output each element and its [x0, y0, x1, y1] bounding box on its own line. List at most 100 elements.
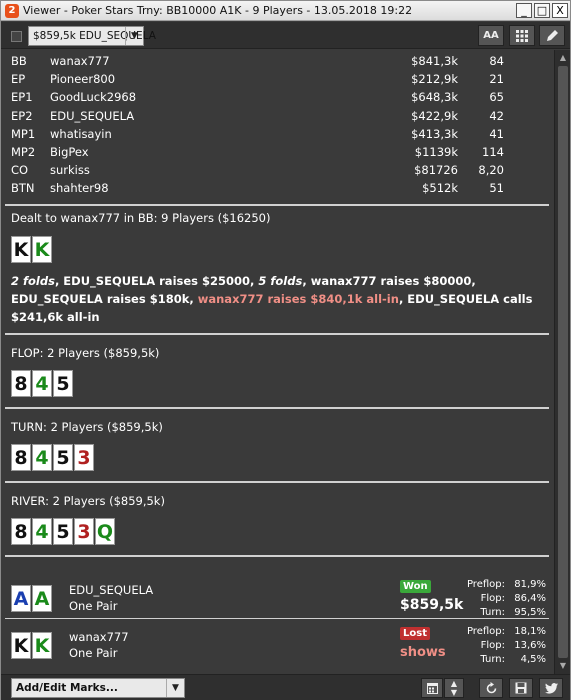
- playing-card: 8: [11, 518, 31, 545]
- twitter-button[interactable]: [539, 678, 563, 698]
- playing-card: 5: [53, 518, 73, 545]
- save-button[interactable]: [509, 678, 533, 698]
- window-title: Viewer - Poker Stars Trny: BB10000 A1K -…: [23, 4, 413, 17]
- playing-card: 4: [32, 518, 52, 545]
- player-bb: 41: [489, 126, 504, 141]
- player-bb: 51: [489, 181, 504, 196]
- player-bb: 21: [489, 72, 504, 87]
- edit-button[interactable]: [539, 25, 565, 46]
- player-name: wanax777: [50, 54, 110, 68]
- action-folds: 5 folds: [258, 274, 303, 288]
- scroll-down-icon[interactable]: ▼: [557, 660, 569, 672]
- player-row[interactable]: EP2 EDU_SEQUELA $422,9k 42: [1, 107, 554, 125]
- equity-value: 86,4%: [514, 593, 546, 604]
- section-divider: [5, 555, 549, 557]
- preflop-actions: 2 folds, EDU_SEQUELA raises $25000, 5 fo…: [11, 272, 546, 326]
- section-divider: [5, 204, 549, 206]
- player-row[interactable]: EP Pioneer800 $212,9k 21: [1, 70, 554, 88]
- player-name: shahter98: [50, 181, 109, 196]
- playing-card: 5: [53, 370, 73, 397]
- player-row[interactable]: BTN shahter98 $512k 51: [1, 179, 554, 197]
- result-hand: One Pair: [69, 646, 118, 660]
- player-stack: $212,9k: [411, 72, 458, 87]
- playing-card: A: [32, 585, 52, 612]
- player-name: Pioneer800: [50, 72, 116, 87]
- twitter-icon: [544, 683, 558, 694]
- toolbar: $859,5k EDU_SEQUELA ▼ AA: [1, 22, 570, 49]
- turn-header: TURN: 2 Players ($859,5k): [11, 420, 163, 434]
- player-row[interactable]: CO surkiss $81726 8,20: [1, 161, 554, 179]
- result-badge: Won: [400, 580, 431, 593]
- result-cards: AA: [11, 585, 53, 612]
- close-button[interactable]: X: [552, 3, 568, 18]
- equity-label: Preflop:: [466, 579, 505, 590]
- chevron-down-icon[interactable]: ▼: [166, 679, 184, 697]
- player-row[interactable]: MP2 BigPex $1139k 114: [1, 143, 554, 161]
- player-bb: 42: [489, 108, 504, 123]
- river-header: RIVER: 2 Players ($859,5k): [11, 494, 165, 508]
- scroll-thumb[interactable]: [558, 66, 568, 658]
- player-row[interactable]: EP1 GoodLuck2968 $648,3k 65: [1, 88, 554, 106]
- calendar-icon: [426, 683, 438, 694]
- player-stack: $422,9k: [411, 108, 458, 123]
- player-name: GoodLuck2968: [50, 90, 137, 105]
- result-player-name: wanax777: [69, 630, 129, 644]
- player-row[interactable]: BB wanax777 $841,3k 84: [1, 52, 554, 70]
- equity-label: Turn:: [480, 607, 505, 618]
- playing-card: K: [32, 632, 52, 659]
- vertical-scrollbar[interactable]: ▲ ▼: [554, 50, 570, 674]
- marks-select[interactable]: Add/Edit Marks... ▼: [11, 678, 185, 698]
- equity-value: 18,1%: [514, 626, 546, 637]
- app-icon: 2: [5, 4, 19, 18]
- playing-card: 5: [53, 444, 73, 471]
- result-cards: KK: [11, 632, 53, 659]
- maximize-button[interactable]: □: [534, 3, 550, 18]
- player-position: BTN: [11, 181, 35, 196]
- result-divider: [5, 618, 549, 619]
- preflop-header: Dealt to wanax777 in BB: 9 Players ($162…: [11, 211, 271, 225]
- equity-value: 95,5%: [514, 607, 546, 618]
- playing-card: Q: [95, 518, 115, 545]
- player-bb: 84: [489, 54, 504, 68]
- section-divider: [5, 407, 549, 409]
- section-divider: [5, 481, 549, 483]
- player-position: BB: [11, 54, 27, 68]
- calendar-button[interactable]: [421, 678, 443, 698]
- scroll-up-icon[interactable]: ▲: [557, 52, 569, 64]
- equity-label: Flop:: [480, 640, 505, 651]
- marks-select-value: Add/Edit Marks...: [16, 682, 118, 694]
- flop-header: FLOP: 2 Players ($859,5k): [11, 346, 160, 360]
- select-checkbox[interactable]: [11, 31, 22, 42]
- refresh-button[interactable]: [479, 678, 503, 698]
- player-row[interactable]: MP1 whatisayin $413,3k 41: [1, 125, 554, 143]
- date-spinner[interactable]: ▲ ▼: [444, 678, 464, 698]
- playing-card: 4: [32, 444, 52, 471]
- playing-card: 3: [74, 518, 94, 545]
- grid-button[interactable]: [509, 25, 535, 46]
- flop-cards: 845: [11, 370, 74, 397]
- grid-icon: [516, 30, 528, 42]
- river-cards: 8453Q: [11, 518, 116, 545]
- viewer-window: 2 Viewer - Poker Stars Trny: BB10000 A1K…: [0, 0, 571, 700]
- playing-card: K: [11, 236, 31, 263]
- equity-value: 81,9%: [514, 579, 546, 590]
- hand-select[interactable]: $859,5k EDU_SEQUELA ▼: [28, 26, 156, 46]
- player-stack: $512k: [422, 181, 458, 196]
- caret-up-icon[interactable]: ▲: [451, 679, 457, 688]
- playing-card: 8: [11, 444, 31, 471]
- minimize-button[interactable]: _: [516, 3, 532, 18]
- refresh-icon: [486, 682, 496, 694]
- player-position: EP: [11, 72, 26, 87]
- player-bb: 65: [489, 90, 504, 105]
- player-position: MP2: [11, 145, 36, 159]
- turn-cards: 8453: [11, 444, 95, 471]
- hand-history-panel[interactable]: BB wanax777 $841,3k 84 EP Pioneer800 $212,9k 21…: [1, 50, 554, 674]
- player-name: EDU_SEQUELA: [50, 108, 135, 123]
- title-bar[interactable]: 2 Viewer - Poker Stars Trny: BB10000 A1K…: [1, 1, 570, 21]
- equity-value: 4,5%: [520, 654, 546, 665]
- caret-down-icon[interactable]: ▼: [451, 688, 457, 697]
- font-size-button[interactable]: AA: [478, 25, 504, 46]
- save-icon: [515, 682, 527, 694]
- chevron-down-icon[interactable]: ▼: [125, 27, 143, 45]
- result-badge: Lost: [400, 627, 430, 640]
